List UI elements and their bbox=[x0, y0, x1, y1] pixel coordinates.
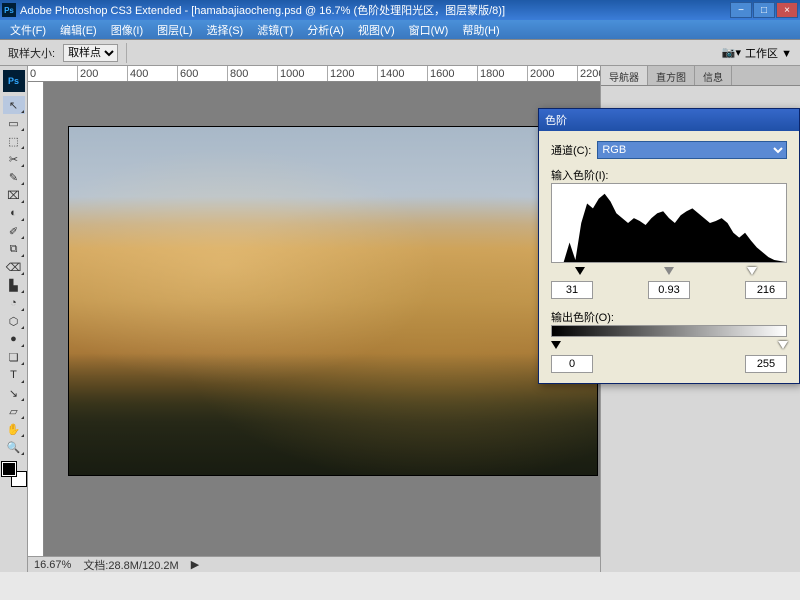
input-sliders[interactable] bbox=[551, 267, 787, 277]
menu-item[interactable]: 帮助(H) bbox=[456, 20, 505, 40]
output-gradient bbox=[551, 325, 787, 337]
tool-button[interactable]: ◔ bbox=[3, 294, 25, 312]
document-canvas[interactable] bbox=[68, 126, 598, 476]
window-title: Adobe Photoshop CS3 Extended - [hamabaji… bbox=[20, 2, 730, 18]
icon-button[interactable]: 📷▾ bbox=[722, 46, 741, 59]
panel-tab[interactable]: 导航器 bbox=[601, 66, 648, 85]
output-levels-label: 输出色阶(O): bbox=[551, 312, 614, 324]
zoom-level[interactable]: 16.67% bbox=[34, 559, 71, 571]
tool-button[interactable]: ⬚ bbox=[3, 132, 25, 150]
tool-button[interactable]: ✋ bbox=[3, 420, 25, 438]
channel-label: 通道(C): bbox=[551, 142, 591, 158]
maximize-button[interactable]: □ bbox=[753, 2, 775, 18]
tool-button[interactable]: ⌫ bbox=[3, 258, 25, 276]
histogram bbox=[551, 183, 787, 263]
separator bbox=[126, 43, 127, 63]
tool-button[interactable]: ❏ bbox=[3, 348, 25, 366]
output-sliders[interactable] bbox=[551, 341, 787, 351]
input-gamma[interactable] bbox=[648, 281, 690, 299]
menu-item[interactable]: 分析(A) bbox=[301, 20, 350, 40]
menu-item[interactable]: 选择(S) bbox=[201, 20, 250, 40]
tool-button[interactable]: ✂ bbox=[3, 150, 25, 168]
menu-item[interactable]: 图像(I) bbox=[105, 20, 149, 40]
tool-button[interactable]: ◐ bbox=[3, 204, 25, 222]
output-white[interactable] bbox=[745, 355, 787, 373]
panel-tab[interactable]: 信息 bbox=[695, 66, 732, 85]
minimize-button[interactable]: − bbox=[730, 2, 752, 18]
menu-item[interactable]: 编辑(E) bbox=[54, 20, 103, 40]
tool-button[interactable]: ⌧ bbox=[3, 186, 25, 204]
menu-item[interactable]: 视图(V) bbox=[352, 20, 401, 40]
output-black[interactable] bbox=[551, 355, 593, 373]
channel-select[interactable]: RGB bbox=[597, 141, 787, 159]
menu-item[interactable]: 文件(F) bbox=[4, 20, 52, 40]
color-swatches[interactable] bbox=[2, 462, 26, 486]
tool-button[interactable]: ▭ bbox=[3, 114, 25, 132]
menu-item[interactable]: 图层(L) bbox=[151, 20, 198, 40]
tool-button[interactable]: ⬡ bbox=[3, 312, 25, 330]
menu-item[interactable]: 窗口(W) bbox=[403, 20, 455, 40]
tool-button[interactable]: ⧉ bbox=[3, 240, 25, 258]
tool-button[interactable]: 🔍 bbox=[3, 438, 25, 456]
doc-size: 文档:28.8M/120.2M bbox=[83, 557, 178, 573]
levels-dialog: 色阶 通道(C): RGB 输入色阶(I): 输出色阶(O): bbox=[538, 108, 800, 384]
menu-item[interactable]: 滤镜(T) bbox=[251, 20, 299, 40]
sample-label: 取样大小: bbox=[8, 45, 55, 61]
tool-button[interactable]: ↖ bbox=[3, 96, 25, 114]
status-arrow[interactable]: ▶ bbox=[191, 558, 199, 571]
tool-button[interactable]: ▱ bbox=[3, 402, 25, 420]
sample-select[interactable]: 取样点 bbox=[63, 44, 118, 62]
ps-logo: Ps bbox=[3, 70, 25, 92]
tool-button[interactable]: ✐ bbox=[3, 222, 25, 240]
workspace-menu[interactable]: 工作区 ▼ bbox=[745, 45, 792, 61]
app-icon: Ps bbox=[2, 3, 16, 17]
tool-button[interactable]: ✎ bbox=[3, 168, 25, 186]
panel-tab[interactable]: 直方图 bbox=[648, 66, 695, 85]
tool-button[interactable]: T bbox=[3, 366, 25, 384]
input-white[interactable] bbox=[745, 281, 787, 299]
tool-button[interactable]: ↘ bbox=[3, 384, 25, 402]
tool-button[interactable]: ● bbox=[3, 330, 25, 348]
input-levels-label: 输入色阶(I): bbox=[551, 170, 608, 182]
ruler-vertical bbox=[28, 82, 44, 556]
input-black[interactable] bbox=[551, 281, 593, 299]
close-button[interactable]: × bbox=[776, 2, 798, 18]
tool-button[interactable]: ▙ bbox=[3, 276, 25, 294]
dialog-title: 色阶 bbox=[539, 109, 799, 131]
ruler-horizontal: 0200400600800100012001400160018002000220… bbox=[28, 66, 600, 82]
